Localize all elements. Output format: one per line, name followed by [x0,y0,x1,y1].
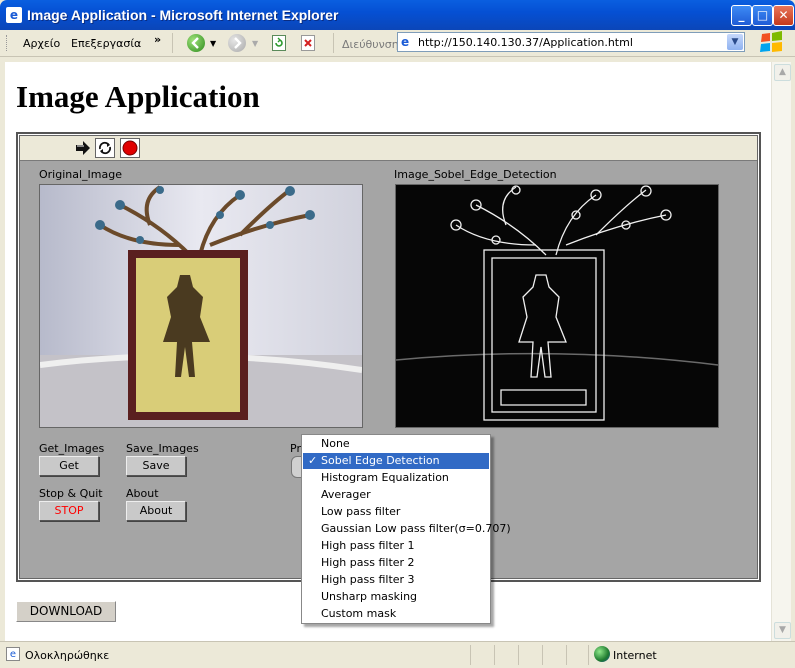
toolbar-separator [333,33,334,53]
menu-option-lowpass[interactable]: Low pass filter [303,504,489,520]
internet-zone-icon [594,646,610,662]
menu-file[interactable]: Αρχείο [23,37,60,50]
menu-option-highpass-1[interactable]: High pass filter 1 [303,538,489,554]
option-text: High pass filter 3 [321,573,415,586]
option-text: High pass filter 2 [321,556,415,569]
page-heading: Image Application [16,79,260,114]
menu-option-averager[interactable]: Averager [303,487,489,503]
address-url[interactable]: http://150.140.130.37/Application.html [418,36,633,49]
status-divider [470,645,471,665]
about-button[interactable]: About [126,501,186,521]
scroll-up-icon[interactable]: ▲ [774,64,791,81]
back-dropdown-icon[interactable]: ▼ [210,39,216,48]
checkmark-icon: ✓ [308,454,318,467]
option-text: Unsharp masking [321,590,418,603]
option-text: None [321,437,350,450]
processed-image-label: Image_Sobel_Edge_Detection [394,168,557,181]
save-images-label: Save_Images [126,442,199,455]
stop-button[interactable]: STOP [39,501,99,521]
menu-edit[interactable]: Επεξεργασία [71,37,141,50]
run-continuously-icon[interactable] [95,138,115,158]
stop-icon[interactable] [301,35,315,51]
get-button[interactable]: Get [39,456,99,476]
option-text: High pass filter 1 [321,539,415,552]
save-button[interactable]: Save [126,456,186,476]
grip-icon [6,35,10,51]
menu-overflow[interactable]: » [154,33,161,46]
menu-option-histogram[interactable]: Histogram Equalization [303,470,489,486]
window-title: Image Application - Microsoft Internet E… [27,7,339,23]
menu-option-sobel[interactable]: ✓ Sobel Edge Detection [303,453,489,469]
original-image [39,184,363,428]
forward-icon[interactable] [228,34,246,52]
menu-option-unsharp[interactable]: Unsharp masking [303,589,489,605]
download-button[interactable]: DOWNLOAD [16,601,116,622]
menu-option-highpass-3[interactable]: High pass filter 3 [303,572,489,588]
status-divider [566,645,567,665]
title-bar: e Image Application - Microsoft Internet… [0,0,795,30]
minimize-button[interactable]: _ [731,5,752,26]
original-image-label: Original_Image [39,168,122,181]
status-divider [588,645,589,665]
run-arrow-icon[interactable] [73,138,93,158]
windows-logo-icon [757,28,787,56]
address-field[interactable]: e http://150.140.130.37/Application.html… [397,32,745,52]
address-label: Διεύθυνση [342,38,399,51]
processing-dropdown-menu: None ✓ Sobel Edge Detection Histogram Equ… [301,434,511,624]
get-images-label: Get_Images [39,442,105,455]
security-zone-label: Internet [613,649,657,662]
option-text: Histogram Equalization [321,471,449,484]
stop-quit-label: Stop & Quit [39,487,103,500]
address-dropdown-icon[interactable]: ▼ [727,34,743,50]
page-icon: e [401,35,410,49]
menu-option-highpass-2[interactable]: High pass filter 2 [303,555,489,571]
menu-option-gaussian[interactable]: Gaussian Low pass filter(σ=0.707) [303,521,511,537]
option-text: Averager [321,488,371,501]
status-text: Ολοκληρώθηκε [25,649,110,662]
processing-label: Pr [290,442,301,455]
back-icon[interactable] [187,34,205,52]
processed-image [395,184,719,428]
option-text: Custom mask [321,607,397,620]
option-text: Sobel Edge Detection [321,454,440,467]
menu-option-custom-mask[interactable]: Custom mask [303,606,489,622]
abort-execution-icon[interactable] [120,138,140,158]
close-button[interactable]: ✕ [773,5,794,26]
refresh-icon[interactable] [272,35,286,51]
toolbar-separator [172,33,173,53]
menu-option-none[interactable]: None [303,436,489,452]
forward-dropdown-icon[interactable]: ▼ [252,39,258,48]
status-divider [518,645,519,665]
scroll-down-icon[interactable]: ▼ [774,622,791,639]
page-done-icon: e [6,647,20,661]
status-divider [494,645,495,665]
option-text: Gaussian Low pass filter(σ=0.707) [321,522,511,535]
status-divider [542,645,543,665]
maximize-button[interactable]: □ [752,5,773,26]
option-text: Low pass filter [321,505,401,518]
vertical-scrollbar[interactable]: ▲ ▼ [771,62,791,641]
about-label: About [126,487,159,500]
status-bar: e Ολοκληρώθηκε Internet [0,641,795,668]
ie-logo-icon: e [6,7,22,23]
